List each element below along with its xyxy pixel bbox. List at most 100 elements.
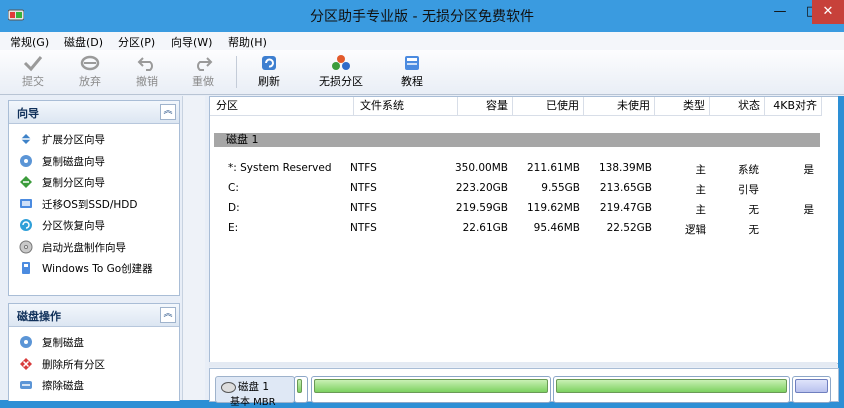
tutorial-label: 教程 xyxy=(401,75,423,88)
menu-help[interactable]: 帮助(H) xyxy=(228,34,267,50)
toolbar: 提交 放弃 撤销 重做 刷新 无损分区 教程 xyxy=(0,50,844,95)
partition-list: 分区 文件系统 容量 已使用 未使用 类型 状态 4KB对齐 磁盘 1 *: S… xyxy=(209,96,839,364)
redo-button[interactable]: 重做 xyxy=(181,52,225,89)
disk-map-type: 基本 MBR xyxy=(230,397,276,408)
disk-operations-header: 磁盘操作 ︽ xyxy=(9,304,179,327)
refresh-button[interactable]: 刷新 xyxy=(247,52,291,89)
disk-operations-panel: 磁盘操作 ︽ 复制磁盘 删除所有分区 擦除磁盘 xyxy=(8,303,180,401)
disk-header-row[interactable]: 磁盘 1 xyxy=(214,133,820,147)
cell-filesystem: NTFS xyxy=(350,222,377,234)
disk-operations-title: 磁盘操作 xyxy=(17,310,61,323)
cell-unused: 22.52GB xyxy=(606,222,652,234)
partition-icon xyxy=(332,55,350,70)
disk-label: 磁盘 1 xyxy=(226,133,259,146)
menu-wizard[interactable]: 向导(W) xyxy=(171,34,212,50)
partition-block-e[interactable] xyxy=(792,376,831,403)
wizard-item-windows-to-go[interactable]: Windows To Go创建器 xyxy=(9,257,179,279)
cell-type: 主 xyxy=(695,204,707,216)
column-header-used[interactable]: 已使用 xyxy=(513,97,584,116)
book-icon xyxy=(405,56,419,70)
discard-icon xyxy=(80,55,100,71)
wizard-item-partition-recovery[interactable]: 分区恢复向导 xyxy=(9,214,179,236)
copy-disk-icon xyxy=(20,154,32,167)
redo-icon xyxy=(197,57,213,71)
cell-filesystem: NTFS xyxy=(350,162,377,174)
copy-disk-icon xyxy=(20,336,32,348)
windows-to-go-icon xyxy=(22,262,30,274)
cell-used: 95.46MB xyxy=(533,222,580,234)
menu-disk[interactable]: 磁盘(D) xyxy=(64,34,103,50)
wizard-panel-title: 向导 xyxy=(17,107,39,120)
column-header-partition[interactable]: 分区 xyxy=(210,97,354,116)
lossless-partition-label: 无损分区 xyxy=(319,75,363,88)
wizard-item-bootable-media[interactable]: 启动光盘制作向导 xyxy=(9,236,179,258)
tutorial-button[interactable]: 教程 xyxy=(390,52,434,89)
cell-used: 9.55GB xyxy=(541,182,580,194)
apply-button[interactable]: 提交 xyxy=(11,52,55,89)
cell-capacity: 350.00MB xyxy=(454,162,508,174)
disk-op-copy-disk[interactable]: 复制磁盘 xyxy=(9,331,179,353)
wizard-item-label: Windows To Go创建器 xyxy=(42,263,153,275)
wizard-item-label: 扩展分区向导 xyxy=(42,134,105,146)
hard-disk-icon xyxy=(221,382,236,393)
delete-partitions-icon xyxy=(20,357,32,370)
disk-op-delete-all-partitions[interactable]: 删除所有分区 xyxy=(9,353,179,375)
wizard-item-label: 分区恢复向导 xyxy=(42,220,105,232)
disk-map: 磁盘 1 基本 MBR xyxy=(209,368,839,408)
bootable-cd-icon xyxy=(19,240,33,253)
partition-block-system-reserved[interactable] xyxy=(294,376,308,403)
cell-filesystem: NTFS xyxy=(350,182,377,194)
menu-partition[interactable]: 分区(P) xyxy=(118,34,155,50)
cell-used: 211.61MB xyxy=(526,162,580,174)
minimize-button[interactable]: — xyxy=(764,0,796,24)
wizard-item-extend-partition[interactable]: 扩展分区向导 xyxy=(9,128,179,150)
close-button[interactable]: ✕ xyxy=(812,0,844,24)
wizard-item-label: 复制磁盘向导 xyxy=(42,155,105,168)
cell-aligned: 是 xyxy=(803,164,815,176)
toolbar-separator xyxy=(236,56,237,88)
disk-op-label: 复制磁盘 xyxy=(42,337,84,349)
discard-button[interactable]: 放弃 xyxy=(68,52,112,89)
undo-button[interactable]: 撤销 xyxy=(125,52,169,89)
partition-block-c[interactable] xyxy=(311,376,551,403)
wizard-item-migrate-os[interactable]: 迁移OS到SSD/HDD xyxy=(9,193,179,215)
wipe-disk-icon xyxy=(20,381,32,389)
check-icon xyxy=(23,56,43,72)
menu-bar: 常规(G) 磁盘(D) 分区(P) 向导(W) 帮助(H) xyxy=(0,32,844,51)
wizard-item-label: 启动光盘制作向导 xyxy=(42,241,126,254)
cell-unused: 213.65GB xyxy=(599,182,652,194)
redo-label: 重做 xyxy=(192,75,214,88)
window-title: 分区助手专业版 - 无损分区免费软件 xyxy=(310,9,534,25)
menu-general[interactable]: 常规(G) xyxy=(10,34,49,50)
wizard-item-copy-disk[interactable]: 复制磁盘向导 xyxy=(9,150,179,172)
cell-status: 无 xyxy=(748,224,760,236)
wizard-collapse-button[interactable]: ︽ xyxy=(160,104,176,120)
undo-label: 撤销 xyxy=(136,75,158,88)
column-header-4k-aligned[interactable]: 4KB对齐 xyxy=(765,97,822,116)
lossless-partition-button[interactable]: 无损分区 xyxy=(311,52,371,89)
column-header-filesystem[interactable]: 文件系统 xyxy=(354,97,458,116)
column-header-type[interactable]: 类型 xyxy=(655,97,710,116)
pane-splitter[interactable] xyxy=(209,362,837,367)
cell-status: 系统 xyxy=(738,164,759,176)
cell-filesystem: NTFS xyxy=(350,202,377,214)
cell-partition: C: xyxy=(228,182,239,194)
cell-capacity: 219.59GB xyxy=(455,202,508,214)
wizard-item-copy-partition[interactable]: 复制分区向导 xyxy=(9,171,179,193)
wizard-item-label: 复制分区向导 xyxy=(42,177,105,189)
disk-operations-collapse-button[interactable]: ︽ xyxy=(160,307,176,323)
refresh-label: 刷新 xyxy=(258,75,280,88)
left-panel-scrollbar[interactable] xyxy=(182,96,205,400)
cell-partition: *: System Reserved xyxy=(228,162,332,174)
cell-type: 主 xyxy=(695,184,707,196)
column-header-capacity[interactable]: 容量 xyxy=(458,97,513,116)
disk-map-name: 磁盘 1 xyxy=(238,381,270,393)
cell-status: 引导 xyxy=(738,184,759,196)
column-header-status[interactable]: 状态 xyxy=(710,97,765,116)
undo-icon xyxy=(137,57,153,71)
column-header-unused[interactable]: 未使用 xyxy=(584,97,655,116)
disk-op-wipe-disk[interactable]: 擦除磁盘 xyxy=(9,374,179,396)
disk-card[interactable]: 磁盘 1 基本 MBR xyxy=(215,376,295,408)
partition-block-d[interactable] xyxy=(553,376,790,403)
cell-partition: E: xyxy=(228,222,239,234)
